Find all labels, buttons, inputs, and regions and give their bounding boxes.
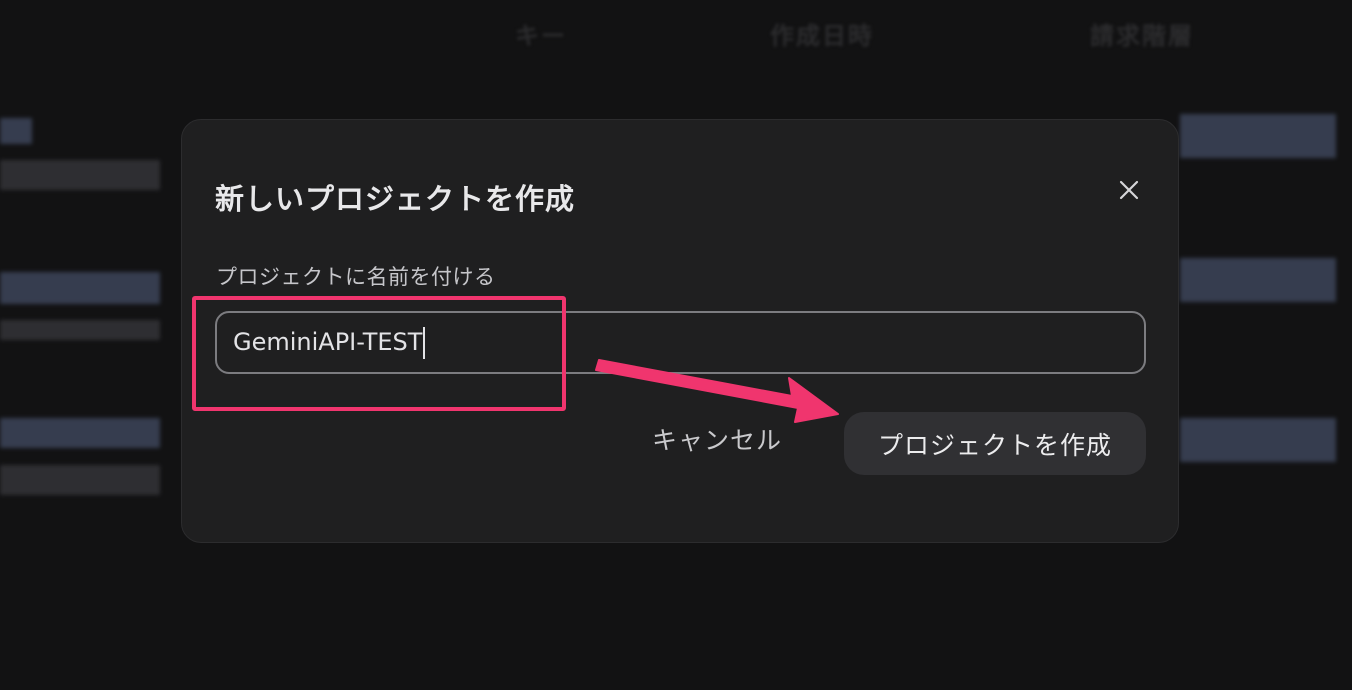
blurred-row-text [1180, 418, 1336, 462]
create-project-button[interactable]: プロジェクトを作成 [844, 412, 1146, 475]
project-name-input[interactable]: GeminiAPI-TEST [233, 313, 1113, 372]
project-name-label: プロジェクトに名前を付ける [216, 265, 496, 289]
dialog-title: 新しいプロジェクトを作成 [215, 182, 576, 216]
cancel-button[interactable]: キャンセル [652, 421, 782, 457]
background-table-header: キー 作成日時 請求階層 [0, 0, 1352, 64]
blurred-row-text [0, 272, 160, 304]
column-header-key: キー [515, 22, 567, 50]
create-project-dialog: 新しいプロジェクトを作成 プロジェクトに名前を付ける GeminiAPI-TES… [181, 119, 1179, 543]
project-name-value: GeminiAPI-TEST [233, 328, 423, 356]
blurred-row-text [1180, 258, 1336, 302]
blurred-row-text [0, 418, 160, 448]
text-caret [423, 327, 426, 359]
blurred-row-text [0, 320, 160, 340]
blurred-row-text [1180, 114, 1336, 158]
column-header-billing: 請求階層 [1090, 22, 1194, 50]
blurred-row-text [0, 160, 160, 190]
page: キー 作成日時 請求階層 新しいプロジェクトを作成 プロジェクトに名前を付ける … [0, 0, 1352, 690]
close-icon [1119, 180, 1139, 200]
column-header-created: 作成日時 [770, 22, 874, 50]
close-button[interactable] [1114, 175, 1144, 205]
blurred-row-text [0, 118, 32, 144]
blurred-row-text [0, 465, 160, 495]
project-name-field[interactable]: GeminiAPI-TEST [215, 311, 1146, 374]
create-project-button-label: プロジェクトを作成 [877, 430, 1112, 460]
